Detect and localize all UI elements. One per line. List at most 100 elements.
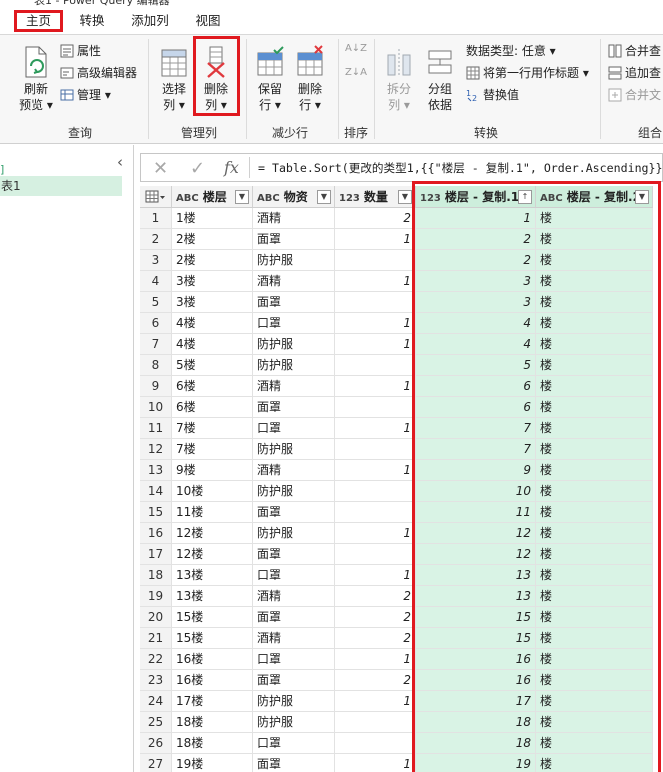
cell-col-floor[interactable]: 17楼 [172, 691, 253, 712]
row-number[interactable]: 3 [140, 250, 172, 271]
cell-col-quantity[interactable]: 2 [335, 670, 416, 691]
cell-col-floor-copy-1[interactable]: 17 [416, 691, 536, 712]
row-number[interactable]: 20 [140, 607, 172, 628]
tab-view[interactable]: 视图 [188, 10, 228, 32]
cell-col-floor[interactable]: 7楼 [172, 418, 253, 439]
cell-col-item[interactable]: 防护服 [253, 691, 335, 712]
row-number[interactable]: 12 [140, 439, 172, 460]
cell-col-quantity[interactable]: 1 [335, 523, 416, 544]
cell-col-item[interactable]: 酒精 [253, 586, 335, 607]
cell-col-floor-copy-1[interactable]: 6 [416, 376, 536, 397]
replace-values-button[interactable]: 12 替换值 [466, 87, 519, 103]
cell-col-floor[interactable]: 3楼 [172, 292, 253, 313]
cell-col-floor-copy-1[interactable]: 10 [416, 481, 536, 502]
manage-button[interactable]: 管理 ▾ [60, 87, 111, 103]
cell-col-quantity[interactable] [335, 502, 416, 523]
cell-col-floor-copy-1[interactable]: 13 [416, 586, 536, 607]
cell-col-item[interactable]: 口罩 [253, 733, 335, 754]
cell-col-floor[interactable]: 18楼 [172, 712, 253, 733]
cell-col-floor-copy-2[interactable]: 楼 [536, 670, 653, 691]
cell-col-quantity[interactable] [335, 397, 416, 418]
row-number[interactable]: 17 [140, 544, 172, 565]
cell-col-floor-copy-2[interactable]: 楼 [536, 376, 653, 397]
cell-col-floor-copy-2[interactable]: 楼 [536, 607, 653, 628]
cell-col-floor-copy-2[interactable]: 楼 [536, 502, 653, 523]
cell-col-floor-copy-2[interactable]: 楼 [536, 649, 653, 670]
cell-col-floor-copy-1[interactable]: 9 [416, 460, 536, 481]
row-number[interactable]: 15 [140, 502, 172, 523]
cell-col-floor-copy-1[interactable]: 4 [416, 313, 536, 334]
row-number[interactable]: 27 [140, 754, 172, 772]
cell-col-floor[interactable]: 13楼 [172, 586, 253, 607]
row-number[interactable]: 23 [140, 670, 172, 691]
cell-col-floor-copy-2[interactable]: 楼 [536, 628, 653, 649]
cell-col-floor-copy-1[interactable]: 5 [416, 355, 536, 376]
cell-col-floor-copy-2[interactable]: 楼 [536, 481, 653, 502]
text-type-icon[interactable]: ABC [540, 188, 563, 210]
tab-transform[interactable]: 转换 [72, 10, 112, 32]
cell-col-floor-copy-2[interactable]: 楼 [536, 250, 653, 271]
cell-col-quantity[interactable]: 2 [335, 586, 416, 607]
cell-col-item[interactable]: 口罩 [253, 649, 335, 670]
cell-col-floor[interactable]: 12楼 [172, 523, 253, 544]
number-type-icon[interactable]: 123 [339, 188, 360, 210]
cell-col-item[interactable]: 酒精 [253, 208, 335, 229]
cell-col-floor-copy-2[interactable]: 楼 [536, 292, 653, 313]
cell-col-quantity[interactable]: 2 [335, 628, 416, 649]
cell-col-quantity[interactable]: 1 [335, 460, 416, 481]
sort-descending-button[interactable]: Z↓A [344, 67, 368, 79]
group-by-button[interactable]: 分组 依据 [422, 45, 458, 113]
cell-col-floor[interactable]: 4楼 [172, 334, 253, 355]
cell-col-floor[interactable]: 13楼 [172, 565, 253, 586]
sort-ascending-button[interactable]: A↓Z [344, 43, 368, 55]
cell-col-floor-copy-1[interactable]: 13 [416, 565, 536, 586]
row-number[interactable]: 14 [140, 481, 172, 502]
cell-col-quantity[interactable]: 1 [335, 649, 416, 670]
merge-files-button[interactable]: 合并文 [608, 87, 661, 103]
cell-col-floor-copy-1[interactable]: 11 [416, 502, 536, 523]
cell-col-floor[interactable]: 6楼 [172, 376, 253, 397]
cell-col-floor[interactable]: 16楼 [172, 649, 253, 670]
cell-col-floor[interactable]: 1楼 [172, 208, 253, 229]
cell-col-quantity[interactable]: 1 [335, 418, 416, 439]
cell-col-quantity[interactable] [335, 355, 416, 376]
row-number[interactable]: 2 [140, 229, 172, 250]
choose-columns-button[interactable]: 选择 列 ▾ [156, 45, 192, 113]
row-number[interactable]: 19 [140, 586, 172, 607]
header-col-floor-copy-1[interactable]: 123 楼层 - 复制.1 ↑ [416, 186, 536, 208]
cell-col-floor-copy-1[interactable]: 3 [416, 292, 536, 313]
cell-col-floor-copy-2[interactable]: 楼 [536, 565, 653, 586]
header-col-floor-copy-2[interactable]: ABC 楼层 - 复制.2 ▼ [536, 186, 653, 208]
cell-col-floor-copy-1[interactable]: 7 [416, 439, 536, 460]
tab-home[interactable]: 主页 [14, 10, 63, 32]
cell-col-quantity[interactable]: 1 [335, 754, 416, 772]
use-first-row-as-headers-button[interactable]: 将第一行用作标题 ▾ [466, 65, 589, 81]
cell-col-floor-copy-1[interactable]: 18 [416, 733, 536, 754]
cell-col-floor[interactable]: 15楼 [172, 607, 253, 628]
filter-dropdown-icon[interactable]: ▼ [398, 190, 412, 204]
cell-col-item[interactable]: 口罩 [253, 418, 335, 439]
cell-col-floor-copy-1[interactable]: 3 [416, 271, 536, 292]
advanced-editor-button[interactable]: 高级编辑器 [60, 65, 137, 81]
row-number[interactable]: 13 [140, 460, 172, 481]
cell-col-floor-copy-2[interactable]: 楼 [536, 712, 653, 733]
cell-col-floor-copy-2[interactable]: 楼 [536, 334, 653, 355]
cell-col-item[interactable]: 面罩 [253, 607, 335, 628]
header-col-item[interactable]: ABC 物资 ▼ [253, 186, 335, 208]
row-number[interactable]: 16 [140, 523, 172, 544]
header-col-floor[interactable]: ABC 楼层 ▼ [172, 186, 253, 208]
cell-col-floor-copy-1[interactable]: 12 [416, 523, 536, 544]
cell-col-floor-copy-2[interactable]: 楼 [536, 229, 653, 250]
cell-col-floor-copy-2[interactable]: 楼 [536, 460, 653, 481]
cell-col-item[interactable]: 防护服 [253, 334, 335, 355]
cell-col-item[interactable]: 酒精 [253, 460, 335, 481]
filter-dropdown-icon[interactable]: ▼ [635, 190, 649, 204]
cell-col-floor-copy-2[interactable]: 楼 [536, 208, 653, 229]
cell-col-floor[interactable]: 3楼 [172, 271, 253, 292]
cell-col-floor-copy-2[interactable]: 楼 [536, 523, 653, 544]
row-number[interactable]: 18 [140, 565, 172, 586]
row-number[interactable]: 8 [140, 355, 172, 376]
cell-col-item[interactable]: 酒精 [253, 376, 335, 397]
cell-col-floor[interactable]: 6楼 [172, 397, 253, 418]
cell-col-floor-copy-2[interactable]: 楼 [536, 544, 653, 565]
